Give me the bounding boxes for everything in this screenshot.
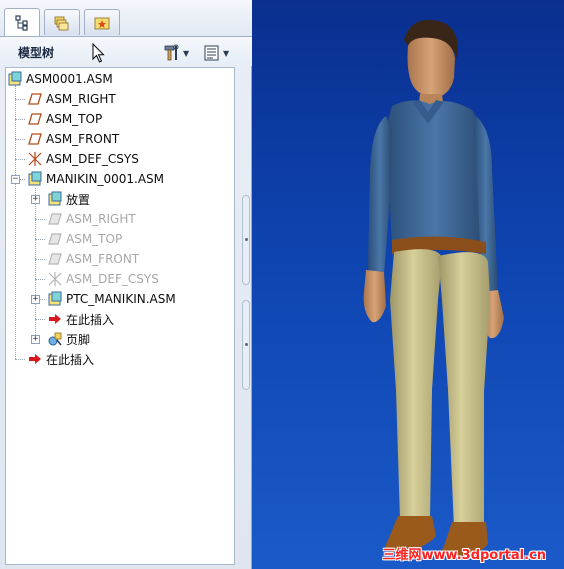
tree-connector xyxy=(15,139,25,140)
assembly-icon xyxy=(8,71,22,86)
datum-plane-icon xyxy=(48,213,62,225)
coordinate-system-icon xyxy=(28,152,42,166)
tree-connector xyxy=(15,99,25,100)
datum-plane-icon xyxy=(28,133,42,145)
tree-item-placement[interactable]: 放置 xyxy=(47,190,90,208)
tree-connector xyxy=(15,85,16,359)
insert-arrow-icon xyxy=(49,314,61,324)
navigator-tabstrip xyxy=(0,0,252,36)
tree-item-root-assembly[interactable]: ASM0001.ASM xyxy=(7,70,113,88)
graphics-viewport[interactable]: 三维网www.3dportal.cn xyxy=(252,0,564,569)
manikin-head xyxy=(407,37,455,98)
folder-browser-tab[interactable] xyxy=(44,9,80,35)
collapse-toggle[interactable]: − xyxy=(11,175,20,184)
expand-toggle[interactable]: + xyxy=(31,295,40,304)
tree-connector xyxy=(15,159,25,160)
tree-item-asm-def-csys[interactable]: ASM_DEF_CSYS xyxy=(27,150,139,168)
list-view-icon xyxy=(204,45,219,61)
tree-settings-button[interactable]: ▼ xyxy=(163,42,189,64)
tree-connector xyxy=(35,219,45,220)
tree-item-insert-here-inner[interactable]: 在此插入 xyxy=(47,310,114,328)
assembly-icon xyxy=(48,291,62,306)
datum-plane-icon xyxy=(28,93,42,105)
tree-item-footer[interactable]: 页脚 xyxy=(47,330,90,348)
tree-connector xyxy=(35,279,45,280)
tree-item-sub-asm-def-csys[interactable]: ASM_DEF_CSYS xyxy=(47,270,159,288)
folders-icon xyxy=(54,16,69,30)
expand-toggle[interactable]: + xyxy=(31,195,40,204)
datum-plane-icon xyxy=(48,253,62,265)
splitter-handle-lower[interactable] xyxy=(242,300,250,390)
model-tree-tab[interactable] xyxy=(4,8,40,36)
model-tree-header: 模型树 ▼ ▼ xyxy=(0,36,252,66)
star-folder-icon xyxy=(94,17,110,29)
chevron-down-icon: ▼ xyxy=(223,48,230,58)
coordinate-system-icon xyxy=(48,272,62,286)
tree-item-asm-front[interactable]: ASM_FRONT xyxy=(27,130,119,148)
tree-structure-icon xyxy=(15,14,28,31)
tree-item-sub-asm-top[interactable]: ASM_TOP xyxy=(47,230,122,248)
tree-item-asm-top[interactable]: ASM_TOP xyxy=(27,110,102,128)
mouse-cursor-icon xyxy=(92,43,105,63)
manikin-left-hand xyxy=(363,270,386,323)
expand-toggle[interactable]: + xyxy=(31,335,40,344)
model-tree-title: 模型树 xyxy=(18,46,55,60)
tree-show-button[interactable]: ▼ xyxy=(203,42,229,64)
tree-item-sub-asm-front[interactable]: ASM_FRONT xyxy=(47,250,139,268)
tree-connector xyxy=(35,188,36,339)
favorites-tab[interactable] xyxy=(84,9,120,35)
manikin-model[interactable] xyxy=(252,0,564,569)
insert-arrow-icon xyxy=(29,354,41,364)
watermark-text: 三维网www.3dportal.cn xyxy=(382,548,546,563)
chevron-down-icon: ▼ xyxy=(183,48,190,58)
tree-item-sub-asm-right[interactable]: ASM_RIGHT xyxy=(47,210,136,228)
splitter-handle-upper[interactable] xyxy=(242,195,250,285)
footer-icon xyxy=(48,332,62,346)
manikin-shirt xyxy=(386,100,484,246)
tree-connector xyxy=(35,319,45,320)
tree-connector xyxy=(35,239,45,240)
tree-connector xyxy=(15,359,25,360)
datum-plane-icon xyxy=(28,113,42,125)
grip-dot xyxy=(245,238,248,241)
manikin-left-leg xyxy=(390,249,442,520)
tree-item-ptc-manikin[interactable]: PTC_MANIKIN.ASM xyxy=(47,290,176,308)
tree-connector xyxy=(35,259,45,260)
grip-dot xyxy=(245,343,248,346)
tree-item-manikin-assembly[interactable]: MANIKIN_0001.ASM xyxy=(27,170,164,188)
placement-icon xyxy=(48,191,62,206)
assembly-icon xyxy=(28,171,42,186)
tree-item-asm-right[interactable]: ASM_RIGHT xyxy=(27,90,116,108)
tools-icon xyxy=(164,44,179,61)
tree-connector xyxy=(15,119,25,120)
manikin-left-arm xyxy=(368,116,392,274)
navigator-pane: 模型树 ▼ ▼ − + + + ASM0001.ASM ASM_RIGHT AS… xyxy=(0,0,252,569)
datum-plane-icon xyxy=(48,233,62,245)
tree-item-insert-here-outer[interactable]: 在此插入 xyxy=(27,350,94,368)
manikin-right-leg xyxy=(438,252,490,528)
model-tree: − + + + ASM0001.ASM ASM_RIGHT ASM_TOP AS… xyxy=(5,67,235,565)
